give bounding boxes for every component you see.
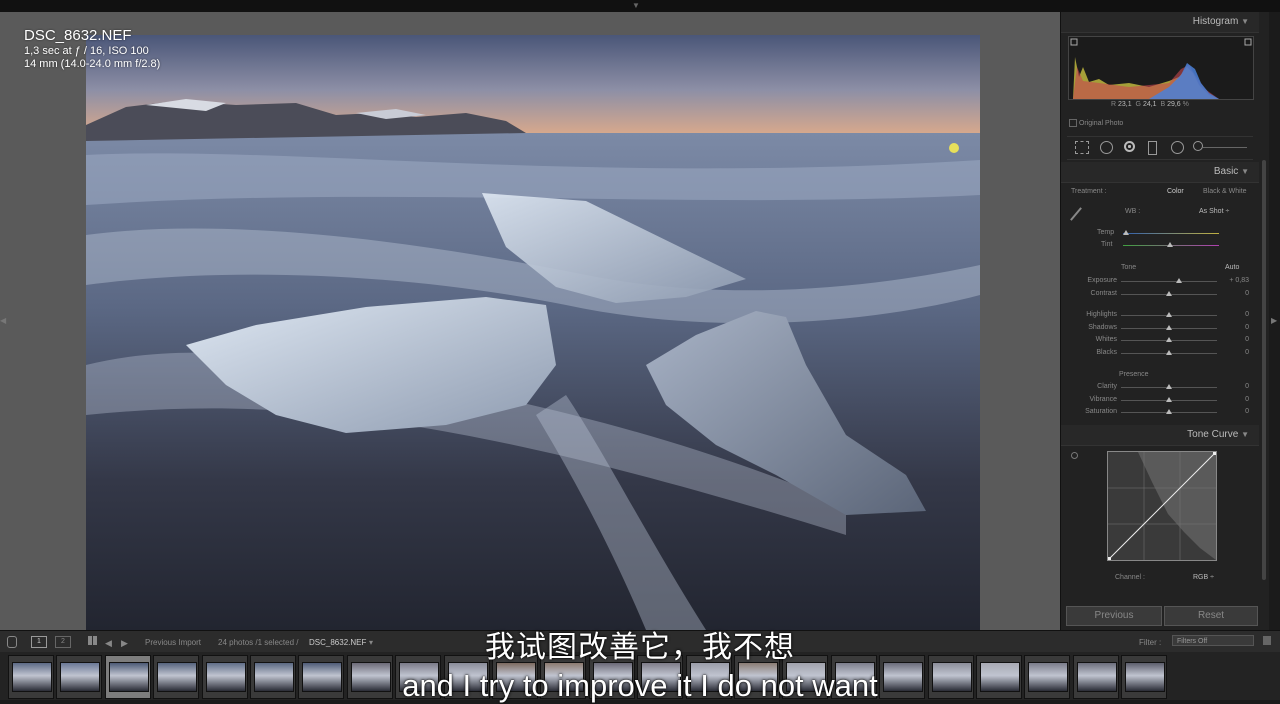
slider-thumb[interactable] [1166,312,1172,317]
slider-thumb[interactable] [1166,349,1172,355]
slider-label: Whites [1095,336,1117,343]
histogram-graph[interactable] [1068,36,1254,100]
tool-strip [1067,136,1253,160]
wb-select[interactable]: As Shot ÷ [1199,208,1229,215]
presence-label: Presence [1119,371,1149,378]
photo-info-overlay: DSC_8632.NEF 1,3 sec at ƒ / 16, ISO 100 … [24,27,160,71]
slider-value: + 0,83 [1229,277,1249,284]
histogram-chart [1070,38,1252,99]
slider-row-whites[interactable]: Whites 0 [1061,335,1259,346]
right-panel-toggle-icon[interactable]: ▶ [1271,316,1277,325]
subtitle-english: and I try to improve it I do not want [402,668,878,703]
histogram-header[interactable]: Histogram ▼ [1061,12,1259,33]
image-canvas [0,12,1060,630]
graduated-filter-icon[interactable] [1148,141,1157,155]
temp-slider[interactable] [1123,233,1219,234]
collapse-triangle-icon: ▼ [1241,17,1249,26]
treatment-label: Treatment : [1071,188,1107,195]
original-photo-checkbox[interactable]: Original Photo [1069,119,1123,127]
slider-row-highlights[interactable]: Highlights 0 [1061,310,1259,321]
slider-value: 0 [1245,348,1249,356]
slider-row-saturation[interactable]: Saturation 0 [1061,407,1259,418]
tint-slider-thumb[interactable] [1167,242,1173,247]
slider-track[interactable] [1121,281,1217,282]
checkbox-icon [1069,119,1077,127]
slider-row-shadows[interactable]: Shadows 0 [1061,323,1259,334]
tone-curve-header[interactable]: Tone Curve ▼ [1061,425,1259,446]
photo-lens-info: 14 mm (14.0-24.0 mm f/2.8) [24,58,161,71]
adjustment-brush-icon[interactable] [1193,141,1203,151]
tone-auto-button[interactable]: Auto [1225,264,1239,271]
collapse-triangle-icon: ▼ [1241,167,1249,176]
photo-filename: DSC_8632.NEF [24,27,132,44]
crop-tool-icon[interactable] [1075,141,1089,154]
slider-label: Saturation [1085,408,1117,415]
targeted-adjustment-icon[interactable] [1071,452,1078,459]
top-panel-toggle-bar[interactable]: ▼ [0,0,1280,12]
histogram-title: Histogram ▼ [1192,16,1249,27]
slider-row-blacks[interactable]: Blacks 0 [1061,348,1259,359]
slider-value: 0 [1245,311,1249,318]
slider-label: Contrast [1090,289,1117,297]
slider-row-contrast[interactable]: Contrast 0 [1061,289,1259,300]
develop-right-panel: Histogram ▼ R 23,1 G 24,1 B 29,6 % Origi… [1060,12,1269,630]
brush-size-slider[interactable] [1203,147,1247,148]
slider-value: 0 [1245,289,1249,297]
tone-label: Tone [1121,264,1137,271]
slider-label: Exposure [1087,277,1117,284]
wb-label: WB : [1125,208,1141,215]
right-panel-scrollbar[interactable] [1262,160,1266,580]
wb-eyedropper-icon[interactable] [1070,207,1082,221]
slider-thumb[interactable] [1166,290,1172,296]
channel-select[interactable]: RGB ÷ [1193,574,1214,581]
slider-label: Clarity [1097,383,1117,390]
temp-slider-thumb[interactable] [1123,230,1129,235]
left-panel-toggle-icon[interactable]: ◀ [0,316,6,325]
slider-row-vibrance[interactable]: Vibrance 0 [1061,395,1259,406]
subtitle-chinese: 我试图改善它，我不想 [485,631,795,664]
temp-label: Temp [1097,229,1115,236]
slider-row-exposure[interactable]: Exposure + 0,83 [1061,276,1259,287]
tone-curve-line [1107,451,1217,561]
slider-thumb[interactable] [1166,396,1172,402]
red-eye-icon[interactable] [1124,141,1135,152]
spot-removal-icon[interactable] [1100,141,1113,154]
slider-label: Shadows [1088,323,1117,331]
slider-thumb[interactable] [1166,324,1172,330]
photo-image [86,35,980,630]
photo-exposure-info: 1,3 sec at ƒ / 16, ISO 100 [24,45,149,57]
slider-label: Highlights [1086,311,1117,318]
tone-curve-graph[interactable] [1107,451,1217,561]
slider-value: 0 [1245,336,1249,343]
slider-thumb[interactable] [1166,409,1172,414]
slider-label: Blacks [1096,348,1117,356]
tint-label: Tint [1101,241,1113,248]
slider-value: 0 [1245,408,1249,415]
slider-thumb[interactable] [1175,278,1182,283]
main-photo[interactable] [86,35,980,630]
treatment-color-option[interactable]: Color [1167,188,1184,195]
slider-value: 0 [1245,395,1249,403]
histogram-rgb-readout: R 23,1 G 24,1 B 29,6 % [1111,101,1189,108]
slider-thumb[interactable] [1166,337,1172,342]
chevron-down-icon[interactable]: ▼ [632,1,640,10]
treatment-bw-option[interactable]: Black & White [1203,188,1247,195]
slider-row-clarity[interactable]: Clarity 0 [1061,382,1259,393]
tone-curve-title: Tone Curve ▼ [1187,429,1249,440]
radial-filter-icon[interactable] [1171,141,1184,154]
channel-label: Channel : [1115,574,1145,581]
basic-title: Basic ▼ [1213,166,1249,177]
slider-label: Vibrance [1089,395,1117,403]
basic-header[interactable]: Basic ▼ [1061,162,1259,183]
collapse-triangle-icon: ▼ [1241,430,1249,439]
slider-value: 0 [1245,323,1249,331]
slider-value: 0 [1245,383,1249,390]
slider-thumb[interactable] [1166,384,1172,389]
